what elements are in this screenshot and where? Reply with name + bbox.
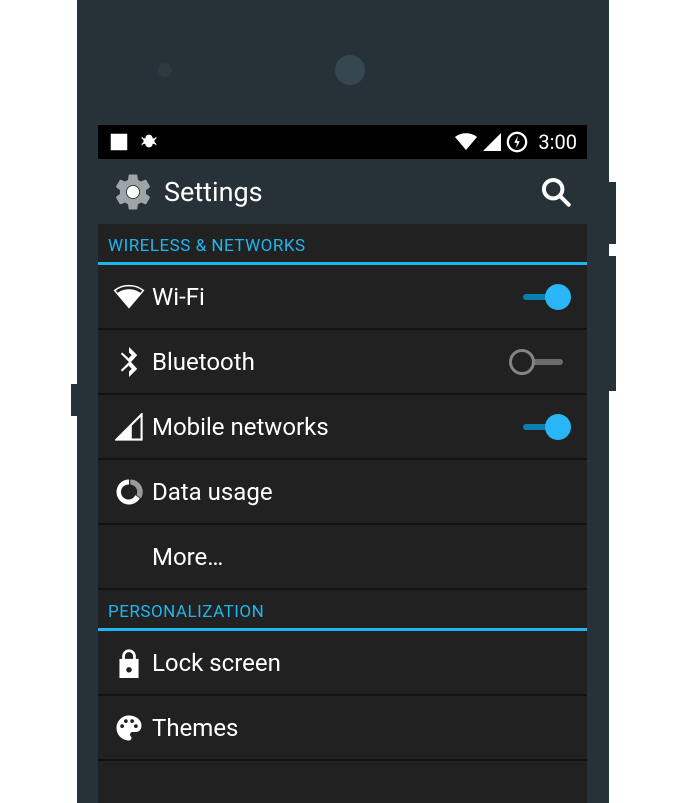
device-camera-dot <box>158 63 172 77</box>
palette-icon <box>114 713 144 743</box>
list-item-label: Bluetooth <box>152 348 509 376</box>
wifi-signal-icon <box>454 132 478 152</box>
section-header-wireless: WIRELESS & NETWORKS <box>98 224 587 265</box>
list-item-data-usage[interactable]: Data usage <box>98 460 587 525</box>
list-item-label: Themes <box>152 714 571 742</box>
device-side-button-right-2 <box>609 256 616 391</box>
data-usage-icon <box>114 477 144 507</box>
status-clock: 3:00 <box>538 130 577 154</box>
bug-icon <box>138 131 160 153</box>
list-item-label: Mobile networks <box>152 413 509 441</box>
list-item-label: More… <box>152 543 571 571</box>
list-item-wifi[interactable]: Wi-Fi <box>98 265 587 330</box>
search-icon[interactable] <box>539 175 573 209</box>
device-side-button-right-1 <box>609 182 616 244</box>
lock-icon <box>116 648 142 678</box>
bluetooth-icon <box>117 347 141 377</box>
cell-signal-icon <box>482 132 502 152</box>
section-header-label: WIRELESS & NETWORKS <box>108 236 306 256</box>
list-wireless: Wi-Fi Bluetooth <box>98 265 587 590</box>
image-icon <box>108 131 130 153</box>
list-item-more[interactable]: More… <box>98 525 587 590</box>
device-speaker <box>335 55 365 85</box>
list-personalization: Lock screen Themes <box>98 631 587 761</box>
list-item-mobile-networks[interactable]: Mobile networks <box>98 395 587 460</box>
list-item-lock-screen[interactable]: Lock screen <box>98 631 587 696</box>
section-header-personalization: PERSONALIZATION <box>98 590 587 631</box>
section-header-label: PERSONALIZATION <box>108 602 264 622</box>
wifi-toggle[interactable] <box>509 284 571 310</box>
screen: 3:00 Settings WIRELESS & NETWORKS <box>98 125 587 803</box>
bluetooth-toggle[interactable] <box>509 349 571 375</box>
cell-icon <box>115 413 143 441</box>
power-circle-icon <box>506 131 528 153</box>
app-bar: Settings <box>98 159 587 224</box>
wifi-icon <box>113 284 145 310</box>
list-item-bluetooth[interactable]: Bluetooth <box>98 330 587 395</box>
list-item-themes[interactable]: Themes <box>98 696 587 761</box>
device-side-button-left <box>71 384 77 416</box>
gear-icon <box>112 171 154 213</box>
list-item-label: Wi-Fi <box>152 283 509 311</box>
status-bar: 3:00 <box>98 125 587 159</box>
list-item-label: Lock screen <box>152 649 571 677</box>
page-title: Settings <box>164 176 539 208</box>
mobile-networks-toggle[interactable] <box>509 414 571 440</box>
list-item-label: Data usage <box>152 478 571 506</box>
